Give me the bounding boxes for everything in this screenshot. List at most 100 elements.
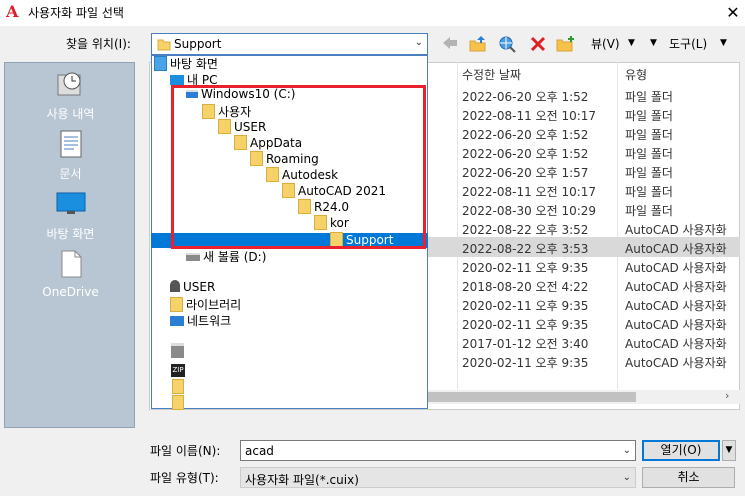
row-date[interactable]: 2020-02-11 오후 9:35 (462, 297, 622, 314)
network-icon (170, 316, 184, 326)
row-date[interactable]: 2022-08-22 오후 3:53 (462, 240, 622, 257)
delete-icon[interactable] (528, 35, 548, 53)
view-menu-arrow-icon[interactable]: ▼ (628, 38, 635, 48)
tree-item-network[interactable]: 네트워크 (170, 312, 231, 329)
row-date[interactable]: 2018-08-20 오전 4:22 (462, 278, 622, 295)
cancel-button[interactable]: 취소 (642, 467, 735, 488)
open-button[interactable]: 열기(O) (642, 440, 720, 461)
row-type: 파일 폴더 (625, 90, 673, 104)
view-menu-label: 뷰(V) (591, 37, 620, 51)
folder-icon[interactable] (172, 379, 184, 394)
filename-label: 파일 이름(N): (150, 444, 221, 458)
row-type: AutoCAD 사용자화 (625, 299, 727, 313)
row-date[interactable]: 2022-06-20 오후 1:52 (462, 126, 622, 143)
row-date[interactable]: 2022-06-20 오후 1:52 (462, 88, 622, 105)
lookin-combo[interactable]: Support ⌄ (151, 33, 428, 55)
column-separator (457, 62, 458, 392)
open-options-arrow-icon[interactable]: ▼ (722, 440, 736, 461)
row-type: 파일 폴더 (625, 147, 673, 161)
chevron-down-icon[interactable]: ⌄ (623, 445, 631, 456)
tools-menu[interactable]: 도구(L) (669, 35, 707, 52)
filetype-combo[interactable]: 사용자화 파일(*.cuix) ⌄ (240, 467, 636, 488)
view-menu[interactable]: 뷰(V) (591, 35, 620, 52)
row-date[interactable]: 2022-06-20 오후 1:52 (462, 145, 622, 162)
tree-label: 라이브러리 (186, 298, 242, 312)
row-date[interactable]: 2020-02-11 오후 9:35 (462, 354, 622, 371)
filetype-value: 사용자화 파일(*.cuix) (245, 473, 359, 487)
tools-menu-dropdown-icon[interactable]: ▼ (720, 38, 727, 48)
row-date[interactable]: 2020-02-11 오후 9:35 (462, 316, 622, 333)
history-icon (57, 72, 80, 96)
tree-item-desktop[interactable]: 바탕 화면 (154, 55, 218, 72)
folder-icon[interactable] (172, 395, 184, 410)
chevron-down-icon: ⌄ (414, 37, 423, 48)
row-type: 파일 폴더 (625, 128, 673, 142)
filename-value: acad (245, 444, 274, 458)
filename-input[interactable]: acad ⌄ (240, 440, 636, 461)
tree-label: 새 볼륨 (D:) (203, 250, 267, 264)
row-type: 파일 폴더 (625, 109, 673, 123)
chevron-down-icon: ⌄ (622, 472, 631, 483)
zip-drive-icon[interactable]: ZIP (171, 364, 185, 377)
row-type: AutoCAD 사용자화 (625, 280, 727, 294)
folder-icon (157, 39, 171, 51)
tree-label: USER (183, 280, 216, 294)
drive-icon[interactable] (171, 343, 184, 358)
tools-menu-arrow-icon[interactable]: ▼ (650, 38, 657, 48)
red-highlight-box (171, 85, 426, 249)
row-type: AutoCAD 사용자화 (625, 318, 727, 332)
desktop-icon (56, 192, 85, 214)
row-date[interactable]: 2022-08-30 오전 10:29 (462, 202, 622, 219)
row-type: 파일 폴더 (625, 204, 673, 218)
row-date[interactable]: 2022-08-11 오전 10:17 (462, 183, 622, 200)
desktop-folder-icon (154, 56, 167, 71)
documents-icon (60, 130, 81, 158)
place-documents[interactable]: 문서 (5, 129, 136, 182)
autocad-app-icon: A (6, 2, 19, 21)
row-type: AutoCAD 사용자화 (625, 223, 727, 237)
tools-menu-label: 도구(L) (669, 37, 708, 51)
place-documents-label: 문서 (59, 167, 82, 181)
pc-icon (170, 75, 184, 85)
column-header-modified[interactable]: 수정한 날짜 (462, 66, 521, 83)
scroll-right-arrow-icon[interactable]: › (725, 389, 729, 402)
window-title: 사용자화 파일 선택 (28, 6, 124, 20)
row-date[interactable]: 2020-02-11 오후 9:35 (462, 259, 622, 276)
user-icon (170, 280, 180, 292)
row-date[interactable]: 2017-01-12 오전 3:40 (462, 335, 622, 352)
row-date[interactable]: 2022-08-11 오전 10:17 (462, 107, 622, 124)
place-onedrive[interactable]: OneDrive (5, 249, 136, 299)
row-date[interactable]: 2022-08-22 오후 3:52 (462, 221, 622, 238)
column-header-type[interactable]: 유형 (625, 66, 647, 83)
new-folder-icon[interactable] (556, 35, 576, 53)
place-onedrive-label: OneDrive (42, 285, 99, 299)
filetype-label: 파일 유형(T): (150, 471, 219, 485)
row-date[interactable]: 2022-06-20 오후 1:57 (462, 164, 622, 181)
place-desktop[interactable]: 바탕 화면 (5, 189, 136, 242)
web-search-icon[interactable] (498, 35, 518, 53)
row-type: 파일 폴더 (625, 185, 673, 199)
place-history[interactable]: 사용 내역 (5, 69, 136, 122)
scrollbar-thumb[interactable] (426, 392, 636, 402)
tree-item-library[interactable]: 라이브러리 (170, 296, 241, 313)
row-type: AutoCAD 사용자화 (625, 356, 727, 370)
tree-item-drive-d[interactable]: 새 볼륨 (D:) (186, 248, 266, 265)
close-button[interactable]: ✕ (722, 2, 744, 24)
tree-label: 네트워크 (187, 314, 232, 328)
row-type: AutoCAD 사용자화 (625, 337, 727, 351)
back-icon[interactable] (440, 35, 460, 53)
place-desktop-label: 바탕 화면 (46, 227, 95, 241)
tree-label: 바탕 화면 (170, 57, 218, 71)
row-type: AutoCAD 사용자화 (625, 261, 727, 275)
row-type: 파일 폴더 (625, 166, 673, 180)
drive-icon (186, 253, 200, 261)
place-history-label: 사용 내역 (46, 107, 95, 121)
library-icon (170, 297, 183, 312)
lookin-label: 찾을 위치(I): (66, 37, 131, 51)
lookin-value: Support (174, 37, 222, 51)
places-bar: 사용 내역 문서 바탕 화면 OneDrive (4, 62, 135, 428)
onedrive-icon (61, 250, 81, 278)
up-folder-icon[interactable] (468, 35, 488, 53)
row-type: AutoCAD 사용자화 (625, 242, 727, 256)
tree-item-user-profile[interactable]: USER (170, 280, 215, 294)
